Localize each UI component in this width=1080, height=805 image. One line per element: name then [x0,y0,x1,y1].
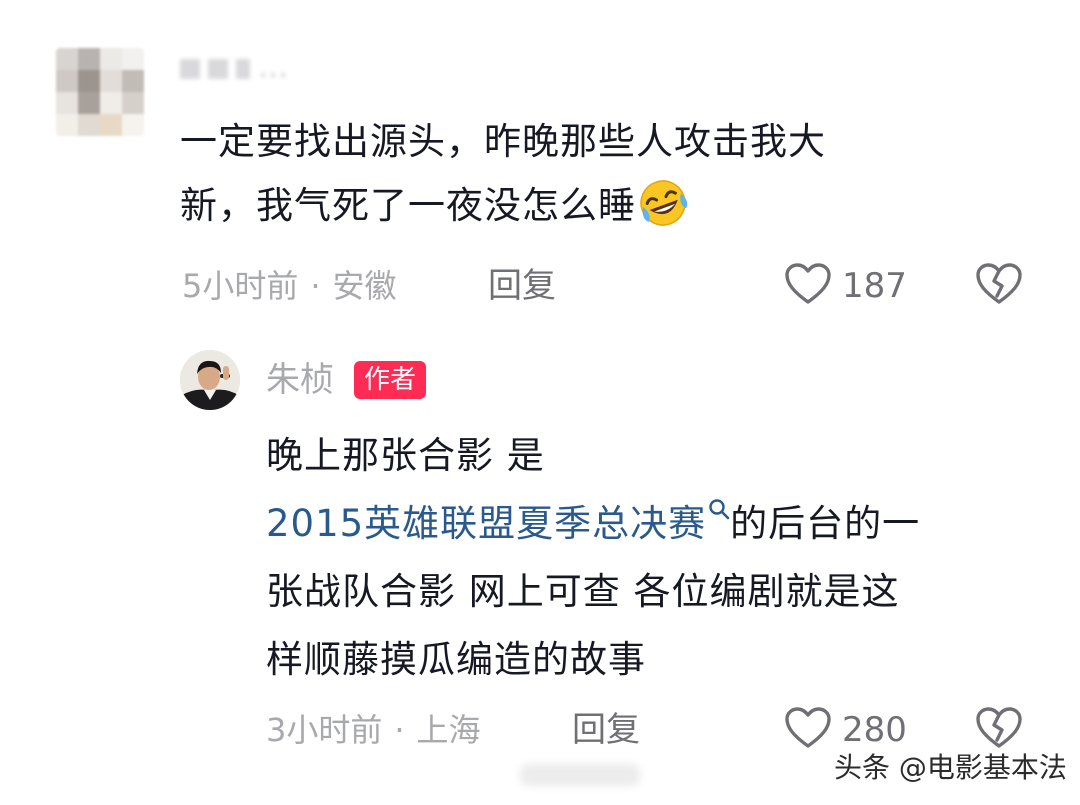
commenter-username[interactable]: … [180,48,390,88]
search-link[interactable]: 2015英雄联盟夏季总决赛 [266,502,706,545]
reply-time: 3小时前 [266,711,383,749]
meta-dot: · [394,711,405,749]
author-photo [180,350,240,410]
rolling-laughing-emoji [640,180,688,226]
blurred-strip [520,764,640,786]
search-icon[interactable] [708,498,730,520]
dislike-broken-heart-icon[interactable] [975,706,1023,750]
like-count: 187 [842,266,907,306]
meta-dot: · [310,267,321,305]
reply-text: 晚上那张合影 是 2015英雄联盟夏季总决赛 的后台的一 张战队合影 网上可查 … [266,434,921,681]
comment-meta: 5小时前 · 安徽 [182,266,397,306]
reply-location: 上海 [416,711,481,749]
like-heart-icon[interactable] [784,706,832,750]
comment-time: 5小时前 [182,267,299,305]
author-username[interactable]: 朱桢 [266,358,334,402]
reply-button[interactable]: 回复 [488,266,556,306]
reply-meta: 3小时前 · 上海 [266,710,481,750]
like-count: 280 [842,710,907,750]
comment-location: 安徽 [332,267,397,305]
commenter-avatar-pixelated[interactable] [56,48,144,136]
dislike-broken-heart-icon[interactable] [975,262,1023,306]
author-avatar[interactable] [180,350,240,410]
reply-reply-button[interactable]: 回复 [572,710,640,750]
like-heart-icon[interactable] [784,262,832,306]
watermark: 头条 @电影基本法 [834,751,1067,784]
comment-text: 一定要找出源头，昨晚那些人攻击我大 新，我气死了一夜没怎么睡 [180,110,1000,238]
author-badge: 作者 [354,361,427,399]
